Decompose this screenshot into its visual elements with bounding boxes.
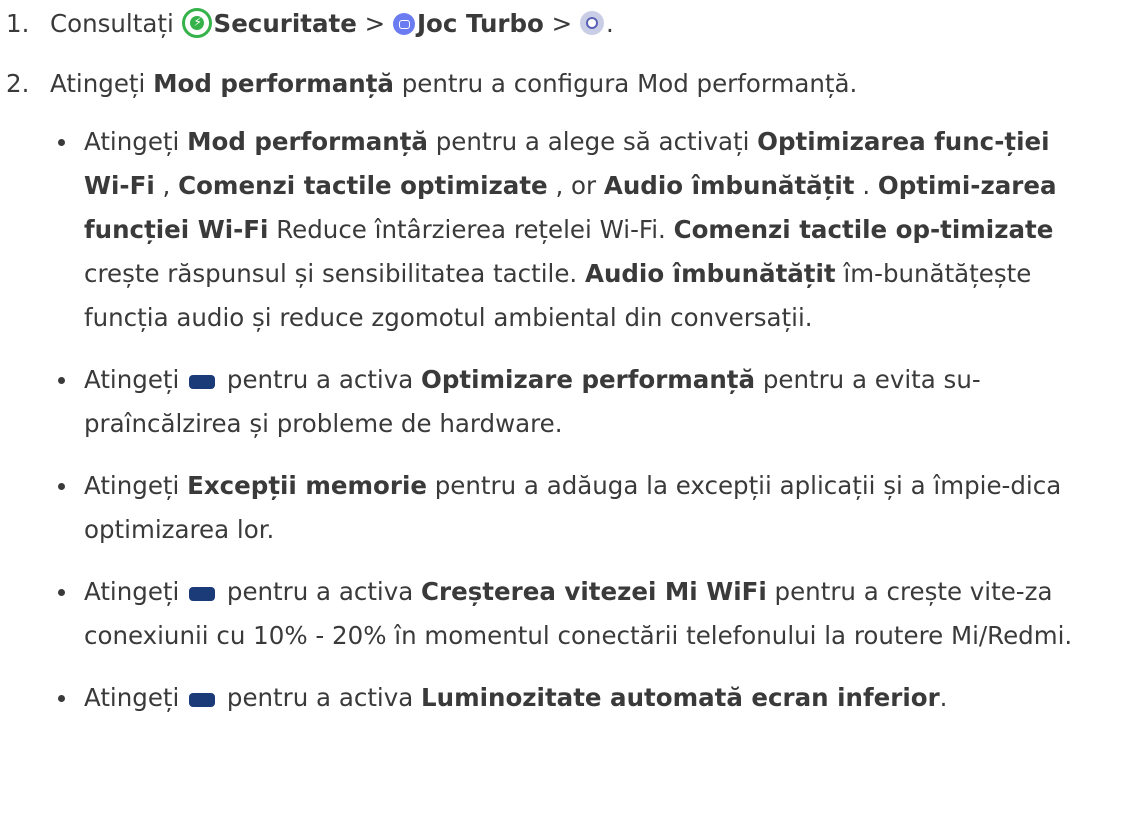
bullet-dot bbox=[58, 483, 65, 490]
step-2: 2. Atingeți Mod performanță pentru a con… bbox=[6, 62, 1129, 106]
item-text: pentru a alege să activați bbox=[427, 127, 758, 156]
list-item: Atingeți Excepții memorie pentru a adăug… bbox=[50, 464, 1099, 552]
period: . bbox=[605, 9, 614, 38]
item-text: . bbox=[854, 171, 878, 200]
bullet-dot bbox=[58, 377, 65, 384]
security-shield-icon: ⚡ bbox=[181, 8, 212, 38]
performance-mode-label: Mod performanță bbox=[153, 69, 394, 98]
item-text: Reduce întârzierea rețelei Wi-Fi. bbox=[268, 215, 674, 244]
step-text: Consultați bbox=[50, 9, 182, 38]
settings-gear-icon bbox=[579, 11, 604, 35]
item-strong: Audio îmbunătățit bbox=[584, 259, 836, 288]
item-text: crește răspunsul și sensibilitatea tacti… bbox=[84, 259, 585, 288]
step-number: 1. bbox=[6, 9, 30, 38]
instructions-page: 1. Consultați ⚡ Securitate > Joc Turbo > … bbox=[0, 2, 1129, 720]
item-text: Atingeți bbox=[84, 577, 188, 606]
item-text: pentru a activa bbox=[219, 683, 422, 712]
list-item: Atingeți pentru a activa Optimizare perf… bbox=[50, 358, 1099, 446]
toggle-switch-icon bbox=[189, 693, 216, 707]
item-strong: Excepții memorie bbox=[187, 471, 427, 500]
step-1: 1. Consultați ⚡ Securitate > Joc Turbo > … bbox=[6, 2, 1129, 46]
item-text: pentru a activa bbox=[219, 365, 422, 394]
item-strong: Creșterea vitezei Mi WiFi bbox=[421, 577, 767, 606]
list-item: Atingeți pentru a activa Luminozitate au… bbox=[50, 676, 1099, 720]
item-text: , bbox=[154, 171, 179, 200]
path-separator: > bbox=[543, 9, 580, 38]
item-text: pentru a activa bbox=[219, 577, 422, 606]
item-text: Atingeți bbox=[84, 365, 188, 394]
bullet-list: Atingeți Mod performanță pentru a alege … bbox=[6, 120, 1129, 720]
security-app-label: Securitate bbox=[213, 9, 357, 38]
item-text: Atingeți bbox=[84, 127, 188, 156]
item-strong: Luminozitate automată ecran inferior bbox=[421, 683, 940, 712]
step-number: 2. bbox=[6, 69, 30, 98]
item-text: Atingeți bbox=[84, 471, 188, 500]
item-text: . bbox=[939, 683, 948, 712]
bullet-dot bbox=[58, 139, 65, 146]
toggle-switch-icon bbox=[189, 375, 216, 389]
item-strong: Comenzi tactile optimizate bbox=[178, 171, 548, 200]
bullet-dot bbox=[58, 589, 65, 596]
list-item: Atingeți pentru a activa Creșterea vitez… bbox=[50, 570, 1099, 658]
step-text: Atingeți bbox=[50, 69, 154, 98]
item-strong: Optimizare performanță bbox=[421, 365, 756, 394]
step-text: pentru a configura Mod performanță. bbox=[393, 69, 858, 98]
item-strong: Comenzi tactile op-timizate bbox=[673, 215, 1054, 244]
item-strong: Mod performanță bbox=[187, 127, 428, 156]
bullet-dot bbox=[58, 695, 65, 702]
game-turbo-label: Joc Turbo bbox=[416, 9, 544, 38]
item-strong: Audio îmbunătățit bbox=[603, 171, 855, 200]
game-turbo-icon bbox=[392, 13, 415, 35]
item-text: , or bbox=[547, 171, 604, 200]
path-separator: > bbox=[356, 9, 393, 38]
item-text: Atingeți bbox=[84, 683, 188, 712]
list-item: Atingeți Mod performanță pentru a alege … bbox=[50, 120, 1099, 340]
toggle-switch-icon bbox=[189, 587, 216, 601]
